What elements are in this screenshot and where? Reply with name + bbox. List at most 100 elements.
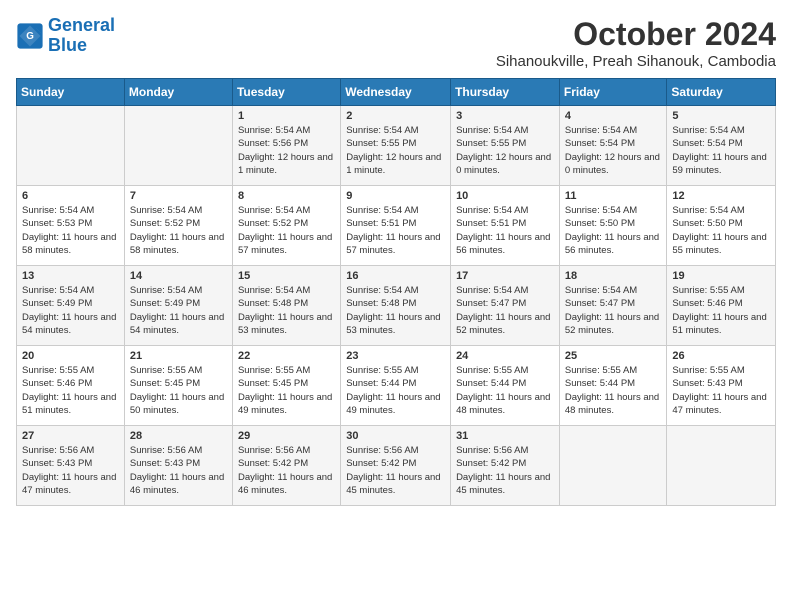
day-info: Sunrise: 5:54 AMSunset: 5:51 PMDaylight:…	[456, 204, 554, 257]
calendar-cell: 18 Sunrise: 5:54 AMSunset: 5:47 PMDayligh…	[559, 266, 667, 346]
day-number: 28	[130, 430, 227, 442]
calendar-cell: 15 Sunrise: 5:54 AMSunset: 5:48 PMDayligh…	[232, 266, 340, 346]
logo-text: General Blue	[48, 16, 115, 56]
calendar-cell: 5Sunrise: 5:54 AMSunset: 5:54 PMDaylight…	[667, 106, 776, 186]
day-info: Sunrise: 5:56 AMSunset: 5:43 PMDaylight:…	[22, 444, 119, 497]
calendar-cell: 13 Sunrise: 5:54 AMSunset: 5:49 PMDayligh…	[17, 266, 125, 346]
day-header-wednesday: Wednesday	[341, 79, 451, 106]
day-info: Sunrise: 5:56 AMSunset: 5:42 PMDaylight:…	[456, 444, 554, 497]
subtitle: Sihanoukville, Preah Sihanouk, Cambodia	[496, 53, 776, 70]
calendar-cell: 20Sunrise: 5:55 AMSunset: 5:46 PMDayligh…	[17, 346, 125, 426]
calendar-cell: 10 Sunrise: 5:54 AMSunset: 5:51 PMDayligh…	[451, 186, 560, 266]
day-info: Sunrise: 5:54 AMSunset: 5:49 PMDaylight:…	[130, 284, 227, 337]
day-info: Sunrise: 5:54 AMSunset: 5:48 PMDaylight:…	[346, 284, 445, 337]
logo-line2: Blue	[48, 35, 87, 55]
day-number: 1	[238, 110, 335, 122]
calendar-cell: 26 Sunrise: 5:55 AMSunset: 5:43 PMDayligh…	[667, 346, 776, 426]
calendar-week-1: 1Sunrise: 5:54 AMSunset: 5:56 PMDaylight…	[17, 106, 776, 186]
day-info: Sunrise: 5:56 AMSunset: 5:42 PMDaylight:…	[346, 444, 445, 497]
day-number: 26	[672, 350, 770, 362]
calendar-cell: 29 Sunrise: 5:56 AMSunset: 5:42 PMDayligh…	[232, 426, 340, 506]
day-number: 23	[346, 350, 445, 362]
calendar-cell: 30 Sunrise: 5:56 AMSunset: 5:42 PMDayligh…	[341, 426, 451, 506]
day-number: 11	[565, 190, 662, 202]
day-info: Sunrise: 5:54 AMSunset: 5:47 PMDaylight:…	[565, 284, 662, 337]
calendar-cell	[559, 426, 667, 506]
day-header-friday: Friday	[559, 79, 667, 106]
calendar-cell: 9 Sunrise: 5:54 AMSunset: 5:51 PMDaylight…	[341, 186, 451, 266]
day-info: Sunrise: 5:56 AMSunset: 5:43 PMDaylight:…	[130, 444, 227, 497]
day-number: 5	[672, 110, 770, 122]
day-number: 2	[346, 110, 445, 122]
calendar-cell: 11 Sunrise: 5:54 AMSunset: 5:50 PMDayligh…	[559, 186, 667, 266]
day-number: 13	[22, 270, 119, 282]
title-block: October 2024 Sihanoukville, Preah Sihano…	[496, 16, 776, 70]
day-number: 10	[456, 190, 554, 202]
day-header-tuesday: Tuesday	[232, 79, 340, 106]
day-number: 21	[130, 350, 227, 362]
day-info: Sunrise: 5:54 AMSunset: 5:52 PMDaylight:…	[130, 204, 227, 257]
day-number: 14	[130, 270, 227, 282]
logo-line1: General	[48, 15, 115, 35]
calendar-cell: 27 Sunrise: 5:56 AMSunset: 5:43 PMDayligh…	[17, 426, 125, 506]
calendar-cell: 16 Sunrise: 5:54 AMSunset: 5:48 PMDayligh…	[341, 266, 451, 346]
day-info: Sunrise: 5:55 AMSunset: 5:45 PMDaylight:…	[130, 364, 227, 417]
day-number: 16	[346, 270, 445, 282]
day-header-monday: Monday	[124, 79, 232, 106]
day-info: Sunrise: 5:55 AMSunset: 5:46 PMDaylight:…	[672, 284, 770, 337]
day-number: 19	[672, 270, 770, 282]
calendar-cell: 12Sunrise: 5:54 AMSunset: 5:50 PMDayligh…	[667, 186, 776, 266]
calendar-cell: 28 Sunrise: 5:56 AMSunset: 5:43 PMDayligh…	[124, 426, 232, 506]
calendar-cell	[667, 426, 776, 506]
calendar-week-5: 27 Sunrise: 5:56 AMSunset: 5:43 PMDayligh…	[17, 426, 776, 506]
calendar-cell: 31Sunrise: 5:56 AMSunset: 5:42 PMDayligh…	[451, 426, 560, 506]
day-number: 27	[22, 430, 119, 442]
logo: G General Blue	[16, 16, 115, 56]
day-info: Sunrise: 5:55 AMSunset: 5:43 PMDaylight:…	[672, 364, 770, 417]
day-number: 7	[130, 190, 227, 202]
day-info: Sunrise: 5:54 AMSunset: 5:47 PMDaylight:…	[456, 284, 554, 337]
day-number: 3	[456, 110, 554, 122]
day-number: 30	[346, 430, 445, 442]
day-info: Sunrise: 5:54 AMSunset: 5:53 PMDaylight:…	[22, 204, 119, 257]
calendar-cell	[17, 106, 125, 186]
calendar-cell: 24Sunrise: 5:55 AMSunset: 5:44 PMDayligh…	[451, 346, 560, 426]
calendar-cell: 2Sunrise: 5:54 AMSunset: 5:55 PMDaylight…	[341, 106, 451, 186]
svg-text:G: G	[26, 31, 34, 42]
day-info: Sunrise: 5:55 AMSunset: 5:45 PMDaylight:…	[238, 364, 335, 417]
day-info: Sunrise: 5:55 AMSunset: 5:44 PMDaylight:…	[346, 364, 445, 417]
calendar-cell: 25Sunrise: 5:55 AMSunset: 5:44 PMDayligh…	[559, 346, 667, 426]
calendar-cell: 6Sunrise: 5:54 AMSunset: 5:53 PMDaylight…	[17, 186, 125, 266]
day-info: Sunrise: 5:54 AMSunset: 5:49 PMDaylight:…	[22, 284, 119, 337]
day-number: 18	[565, 270, 662, 282]
calendar-body: 1Sunrise: 5:54 AMSunset: 5:56 PMDaylight…	[17, 106, 776, 506]
day-info: Sunrise: 5:54 AMSunset: 5:48 PMDaylight:…	[238, 284, 335, 337]
calendar-week-2: 6Sunrise: 5:54 AMSunset: 5:53 PMDaylight…	[17, 186, 776, 266]
calendar-table: SundayMondayTuesdayWednesdayThursdayFrid…	[16, 78, 776, 506]
day-info: Sunrise: 5:55 AMSunset: 5:44 PMDaylight:…	[565, 364, 662, 417]
calendar-cell	[124, 106, 232, 186]
day-header-saturday: Saturday	[667, 79, 776, 106]
calendar-week-4: 20Sunrise: 5:55 AMSunset: 5:46 PMDayligh…	[17, 346, 776, 426]
month-title: October 2024	[496, 16, 776, 53]
calendar-cell: 14 Sunrise: 5:54 AMSunset: 5:49 PMDayligh…	[124, 266, 232, 346]
day-info: Sunrise: 5:54 AMSunset: 5:54 PMDaylight:…	[565, 124, 662, 177]
day-info: Sunrise: 5:56 AMSunset: 5:42 PMDaylight:…	[238, 444, 335, 497]
day-info: Sunrise: 5:54 AMSunset: 5:51 PMDaylight:…	[346, 204, 445, 257]
day-number: 9	[346, 190, 445, 202]
day-info: Sunrise: 5:55 AMSunset: 5:46 PMDaylight:…	[22, 364, 119, 417]
day-info: Sunrise: 5:54 AMSunset: 5:52 PMDaylight:…	[238, 204, 335, 257]
day-number: 15	[238, 270, 335, 282]
calendar-cell: 21 Sunrise: 5:55 AMSunset: 5:45 PMDayligh…	[124, 346, 232, 426]
day-number: 29	[238, 430, 335, 442]
calendar-header-row: SundayMondayTuesdayWednesdayThursdayFrid…	[17, 79, 776, 106]
day-number: 8	[238, 190, 335, 202]
calendar-cell: 22Sunrise: 5:55 AMSunset: 5:45 PMDayligh…	[232, 346, 340, 426]
day-info: Sunrise: 5:54 AMSunset: 5:50 PMDaylight:…	[565, 204, 662, 257]
calendar-cell: 1Sunrise: 5:54 AMSunset: 5:56 PMDaylight…	[232, 106, 340, 186]
calendar-cell: 3Sunrise: 5:54 AMSunset: 5:55 PMDaylight…	[451, 106, 560, 186]
day-header-thursday: Thursday	[451, 79, 560, 106]
logo-icon: G	[16, 22, 44, 50]
day-number: 24	[456, 350, 554, 362]
calendar-cell: 23 Sunrise: 5:55 AMSunset: 5:44 PMDayligh…	[341, 346, 451, 426]
